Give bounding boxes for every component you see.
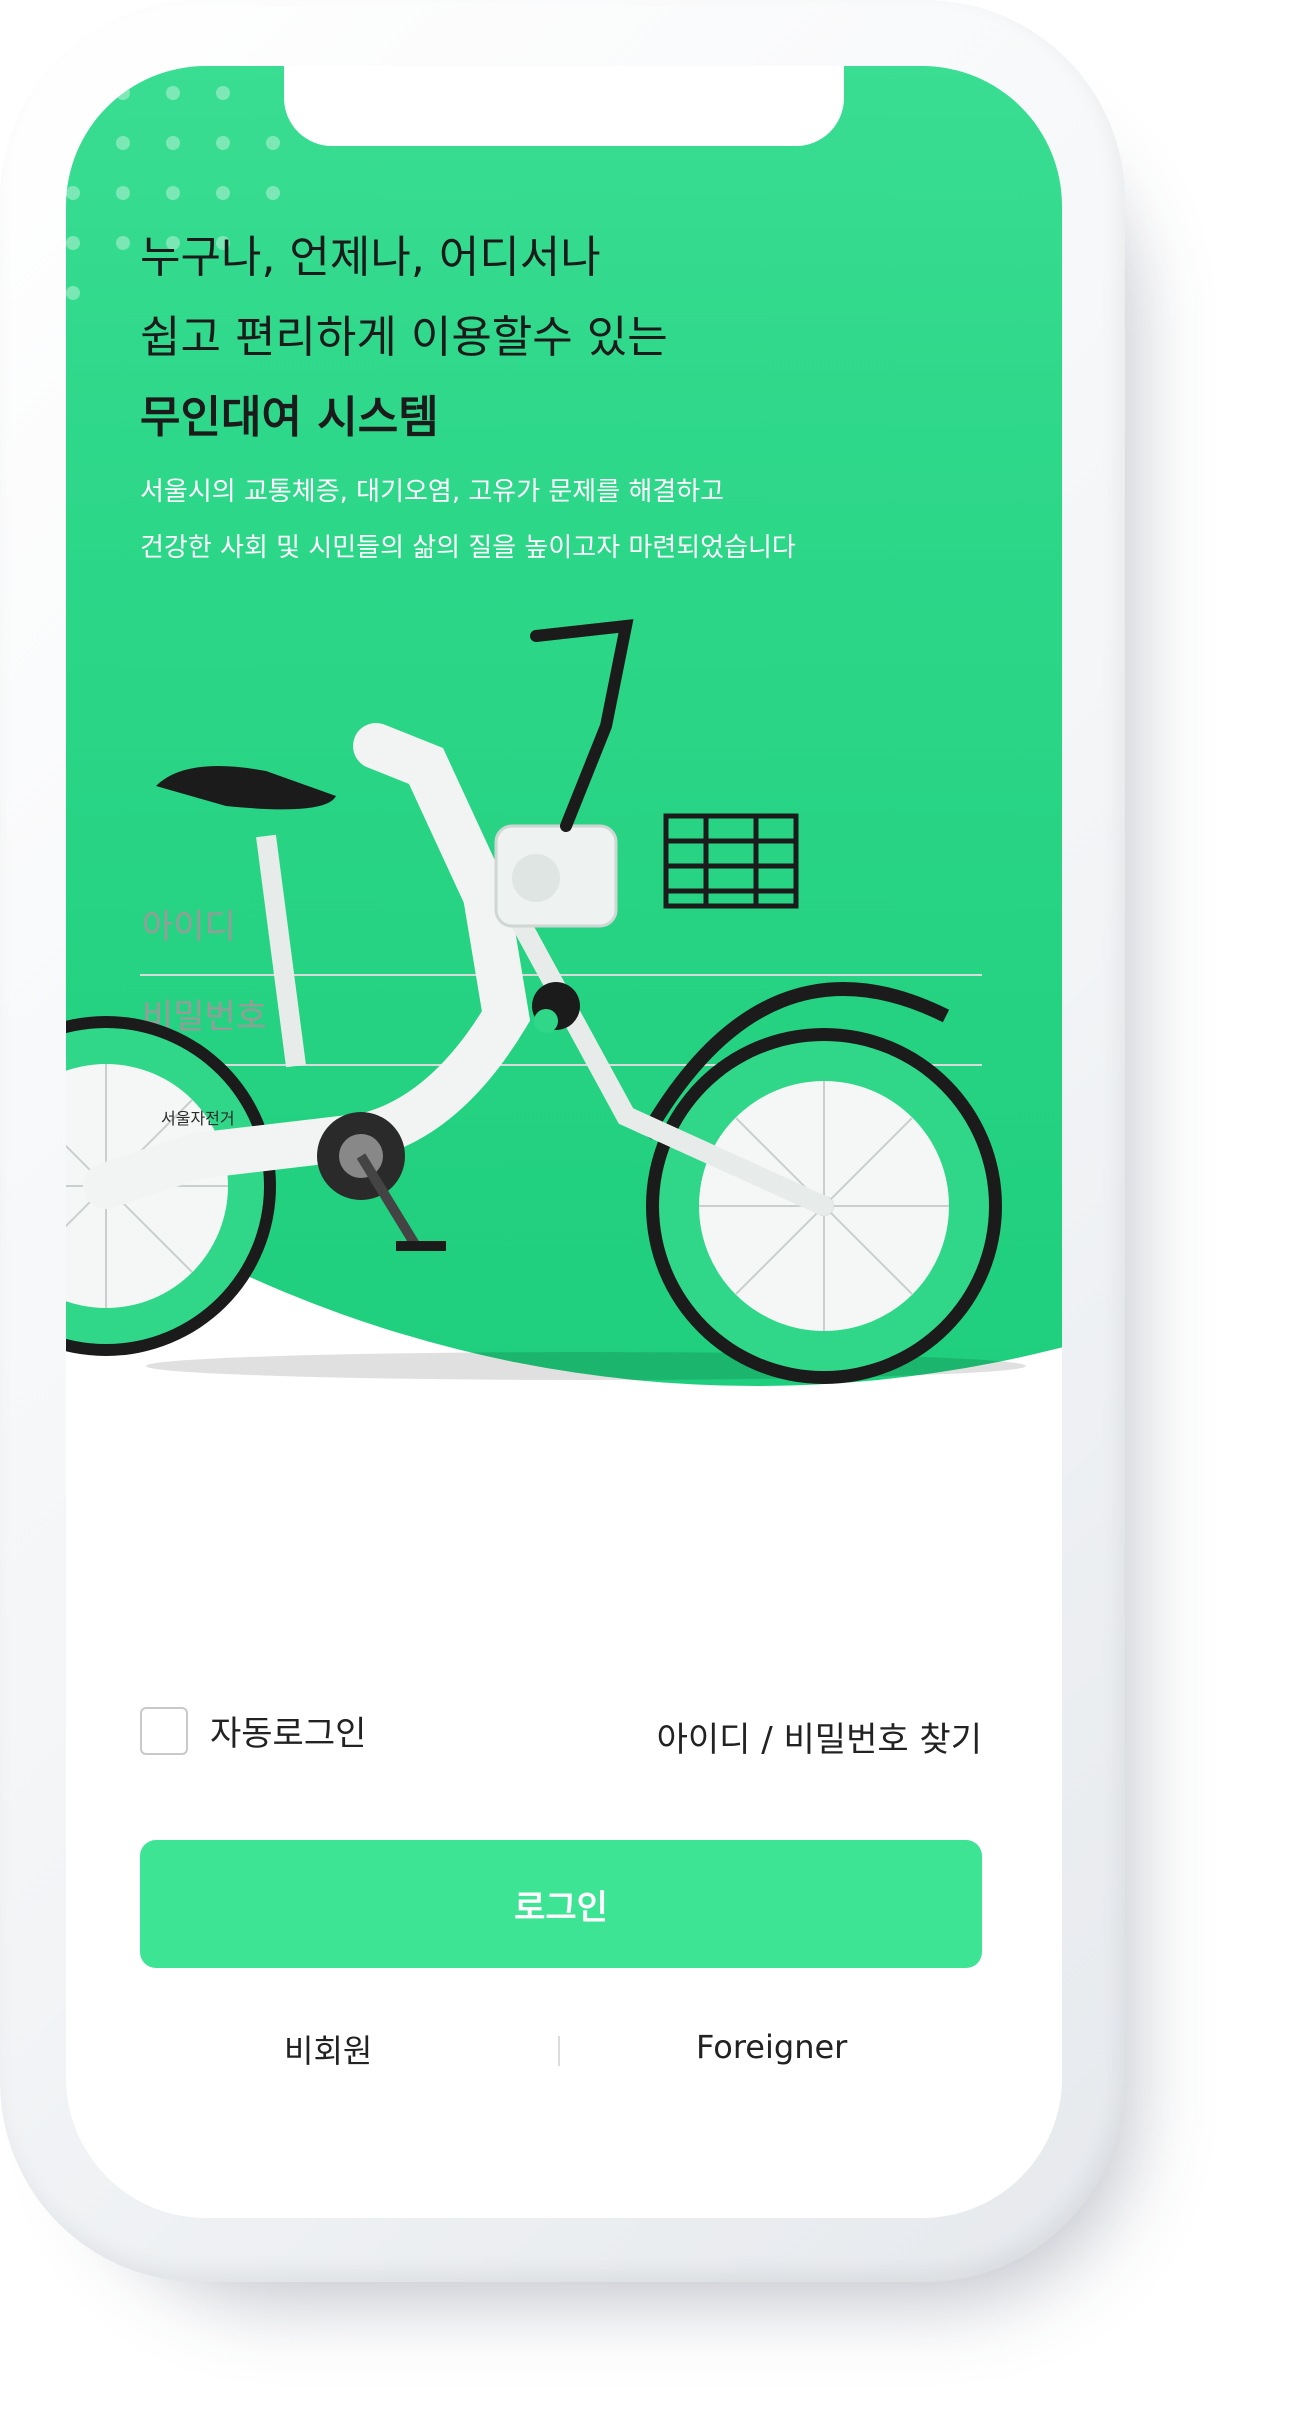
phone-frame: 누구나, 언제나, 어디서나 쉽고 편리하게 이용할수 있는 무인대여 시스템 …: [0, 0, 1125, 2282]
hero-desc-line-1: 서울시의 교통체증, 대기오염, 고유가 문제를 해결하고: [140, 477, 725, 507]
auto-login-checkbox[interactable]: [140, 1706, 188, 1755]
bicycle-illustration: 서울자전거: [66, 619, 1026, 1384]
auto-login-label: 자동로그인: [210, 1714, 367, 1754]
hero-heading: 누구나, 언제나, 어디서나 쉽고 편리하게 이용할수 있는 무인대여 시스템: [140, 218, 668, 458]
bottom-links: 비회원 Foreigner: [66, 2026, 1062, 2086]
find-account-link[interactable]: 아이디 / 비밀번호 찾기: [657, 1712, 982, 1761]
auto-login-option[interactable]: 자동로그인: [140, 1706, 366, 1755]
login-button[interactable]: 로그인: [140, 1840, 982, 1968]
hero-description: 서울시의 교통체증, 대기오염, 고유가 문제를 해결하고 건강한 사회 및 시…: [140, 464, 796, 576]
guest-link[interactable]: 비회원: [284, 2026, 372, 2072]
hero-desc-line-2: 건강한 사회 및 시민들의 삶의 질을 높이고자 마련되었습니다: [140, 533, 796, 563]
link-divider: [558, 2036, 560, 2066]
app-screen: 누구나, 언제나, 어디서나 쉽고 편리하게 이용할수 있는 무인대여 시스템 …: [66, 66, 1062, 2218]
hero-title: 무인대여 시스템: [140, 392, 439, 443]
hero-line-1: 누구나, 언제나, 어디서나: [140, 232, 601, 283]
foreigner-link[interactable]: Foreigner: [696, 2028, 847, 2066]
phone-notch: [284, 66, 844, 146]
bike-logo-text: 서울자전거: [161, 1109, 235, 1128]
basket: [663, 813, 799, 909]
hero-line-2: 쉽고 편리하게 이용할수 있는: [140, 312, 668, 363]
